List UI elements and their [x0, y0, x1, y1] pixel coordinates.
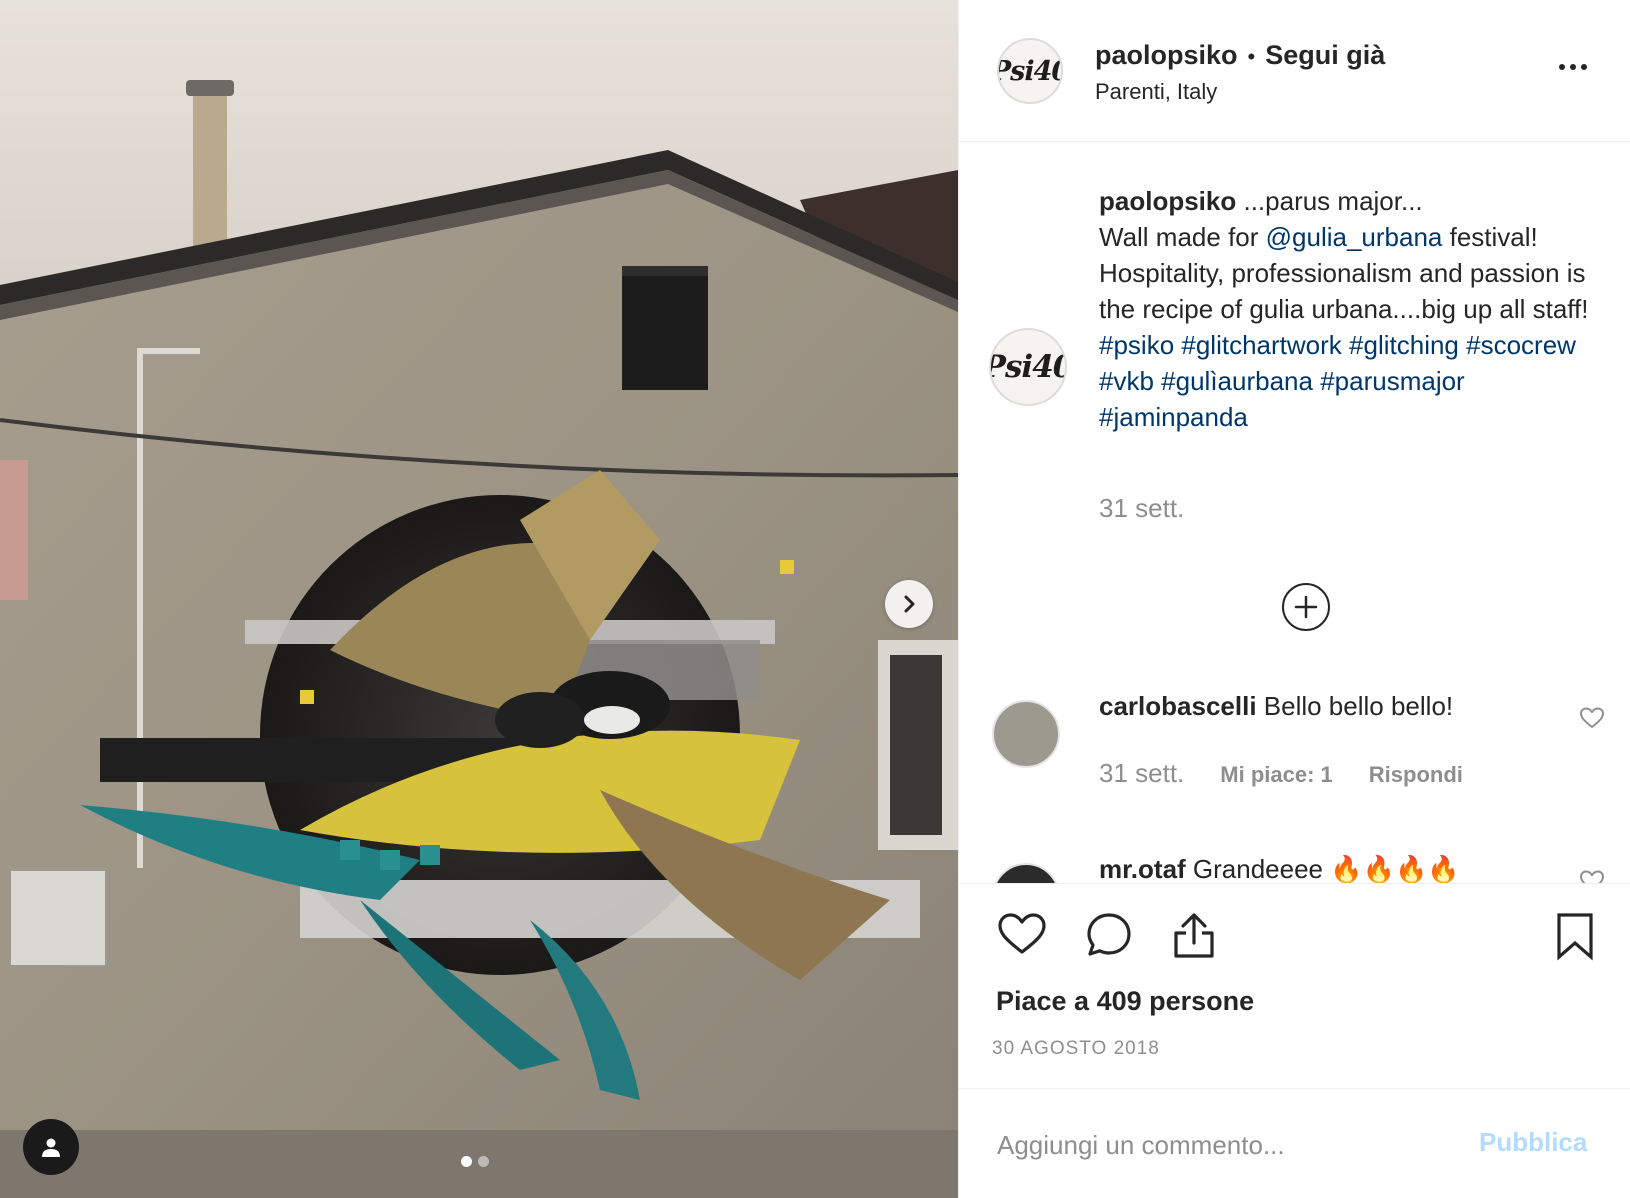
- load-more-comments-button[interactable]: [1282, 583, 1330, 631]
- bookmark-icon: [1557, 913, 1593, 961]
- more-dot: [1570, 64, 1576, 70]
- tagged-users-button[interactable]: [23, 1119, 79, 1175]
- caption-line2-post: festival!: [1442, 222, 1538, 252]
- comment-likes-button[interactable]: Mi piace: 1: [1220, 762, 1332, 788]
- hashtag-link[interactable]: #scocrew: [1466, 330, 1576, 360]
- author-avatar[interactable]: Psi40: [997, 38, 1063, 104]
- chevron-right-icon: [904, 595, 915, 613]
- avatar-logo: Psi40: [991, 349, 1065, 385]
- comment-item: mr.otaf Grandeeee 🔥🔥🔥🔥: [1099, 851, 1460, 883]
- comment-like-button[interactable]: [1579, 706, 1605, 735]
- avatar-logo: Psi40: [999, 55, 1061, 87]
- post-date[interactable]: 30 AGOSTO 2018: [992, 1038, 1160, 1060]
- comment-icon: [1087, 913, 1131, 956]
- likes-count[interactable]: Piace a 409 persone: [996, 986, 1254, 1017]
- publish-button[interactable]: Pubblica: [1479, 1127, 1587, 1158]
- comment-meta: 31 sett. Mi piace: 1 Rispondi: [1099, 758, 1463, 789]
- save-button[interactable]: [1555, 911, 1595, 966]
- comment-username[interactable]: mr.otaf: [1099, 854, 1186, 883]
- more-options-button[interactable]: [1559, 58, 1587, 76]
- post-media[interactable]: [0, 0, 958, 1198]
- comment-button[interactable]: [1085, 911, 1133, 964]
- share-icon: [1174, 913, 1214, 958]
- user-icon: [42, 1138, 60, 1157]
- hashtag-link[interactable]: #psiko: [1099, 330, 1174, 360]
- caption-author-avatar[interactable]: Psi40: [989, 328, 1067, 406]
- carousel-next-button[interactable]: [885, 580, 933, 628]
- comment-body: Grandeeee 🔥🔥🔥🔥: [1185, 854, 1460, 883]
- separator-dot: •: [1247, 44, 1256, 69]
- hashtag-link[interactable]: #parusmajor: [1320, 366, 1465, 396]
- comment-body: Bello bello bello!: [1256, 691, 1454, 721]
- post-location[interactable]: Parenti, Italy: [1095, 79, 1217, 105]
- hashtag-link[interactable]: #vkb: [1099, 366, 1154, 396]
- comment-like-button[interactable]: [1579, 869, 1605, 883]
- caption-timestamp[interactable]: 31 sett.: [1099, 493, 1184, 524]
- follow-status-button[interactable]: Segui già: [1265, 40, 1385, 71]
- carousel-dot: [478, 1156, 489, 1167]
- comment-username[interactable]: carlobascelli: [1099, 691, 1257, 721]
- author-username[interactable]: paolopsiko: [1095, 40, 1238, 71]
- caption-mention-link[interactable]: @gulia_urbana: [1266, 222, 1443, 252]
- caption-username[interactable]: paolopsiko: [1099, 186, 1236, 216]
- post-caption: paolopsiko ...parus major... Wall made f…: [1099, 183, 1599, 435]
- header-user-line: paolopsiko • Segui già: [1095, 40, 1385, 71]
- caption-line1: ...parus major...: [1236, 186, 1423, 216]
- comment-item: carlobascelli Bello bello bello!: [1099, 688, 1453, 724]
- share-button[interactable]: [1171, 911, 1217, 964]
- hashtag-link[interactable]: #gulìaurbana: [1161, 366, 1313, 396]
- heart-icon: [1580, 707, 1604, 728]
- hashtag-link[interactable]: #jaminpanda: [1099, 402, 1248, 432]
- post-side-panel: Psi40 paolopsiko • Segui già Parenti, It…: [958, 0, 1630, 1198]
- comment-input[interactable]: [997, 1125, 1477, 1165]
- caption-body: Hospitality, professionalism and passion…: [1099, 258, 1589, 324]
- comment-timestamp[interactable]: 31 sett.: [1099, 758, 1184, 789]
- post-actions: Piace a 409 persone 30 AGOSTO 2018: [959, 883, 1630, 1088]
- more-dot: [1581, 64, 1587, 70]
- carousel-indicator: [461, 1156, 489, 1167]
- post-header: Psi40 paolopsiko • Segui già Parenti, It…: [959, 0, 1630, 142]
- caption-line2-pre: Wall made for: [1099, 222, 1266, 252]
- like-button[interactable]: [997, 911, 1047, 962]
- more-dot: [1559, 64, 1565, 70]
- commenter-avatar[interactable]: [992, 863, 1060, 883]
- hashtag-link[interactable]: #glitchartwork: [1181, 330, 1341, 360]
- hashtag-link[interactable]: #glitching: [1349, 330, 1459, 360]
- comment-reply-button[interactable]: Rispondi: [1369, 762, 1463, 788]
- heart-icon: [1580, 870, 1604, 883]
- heart-icon: [998, 913, 1046, 954]
- commenter-avatar[interactable]: [992, 700, 1060, 768]
- carousel-dot-active: [461, 1156, 472, 1167]
- add-comment-bar: Pubblica: [959, 1088, 1630, 1198]
- comments-list[interactable]: Psi40 paolopsiko ...parus major... Wall …: [959, 143, 1630, 883]
- mural-photo: [0, 0, 958, 1198]
- plus-icon: [1294, 595, 1318, 619]
